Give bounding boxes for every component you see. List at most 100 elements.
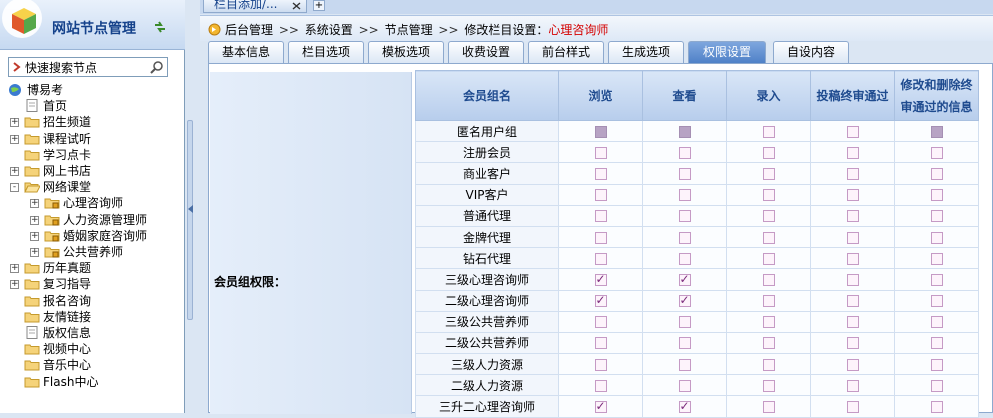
permission-checkbox[interactable]	[846, 189, 859, 202]
permission-checkbox[interactable]	[594, 379, 607, 392]
permission-checkbox[interactable]	[930, 231, 943, 244]
permission-checkbox[interactable]	[594, 167, 607, 180]
permission-checkbox	[594, 125, 607, 138]
expand-icon[interactable]: +	[10, 167, 19, 176]
tab-3[interactable]: 模板选项	[368, 41, 444, 63]
permission-checkbox[interactable]	[762, 379, 775, 392]
permission-checkbox[interactable]	[762, 273, 775, 286]
permission-checkbox[interactable]	[930, 401, 943, 414]
permission-checkbox[interactable]	[594, 210, 607, 223]
tab-4[interactable]: 收费设置	[448, 41, 524, 63]
permission-checkbox[interactable]	[762, 295, 775, 308]
permission-checkbox[interactable]	[678, 399, 691, 414]
column-header: 录入	[726, 70, 811, 121]
expand-icon[interactable]: +	[30, 248, 39, 257]
permission-checkbox[interactable]	[930, 273, 943, 286]
refresh-icon[interactable]	[153, 21, 167, 33]
permission-checkbox[interactable]	[930, 189, 943, 202]
permission-checkbox[interactable]	[678, 189, 691, 202]
permission-checkbox[interactable]	[678, 293, 691, 308]
permission-checkbox[interactable]	[678, 210, 691, 223]
permission-checkbox[interactable]	[846, 273, 859, 286]
tab-7[interactable]: 权限设置	[688, 41, 766, 63]
permission-checkbox[interactable]	[594, 272, 607, 286]
permission-checkbox[interactable]	[594, 189, 607, 202]
permission-checkbox[interactable]	[762, 316, 775, 329]
tab-8[interactable]: 自设内容	[773, 41, 849, 63]
permission-checkbox[interactable]	[678, 358, 691, 371]
permission-checkbox[interactable]	[930, 337, 943, 350]
permission-checkbox[interactable]	[594, 399, 607, 414]
permission-checkbox[interactable]	[594, 337, 607, 350]
breadcrumb-item[interactable]: 系统设置	[305, 23, 353, 37]
permission-checkbox[interactable]	[594, 146, 607, 159]
search-icon[interactable]	[150, 60, 164, 74]
breadcrumb-item[interactable]: 后台管理	[225, 23, 273, 37]
permission-checkbox[interactable]	[846, 295, 859, 308]
permission-checkbox[interactable]	[594, 252, 607, 265]
breadcrumb-item[interactable]: 节点管理	[385, 23, 433, 37]
permission-checkbox[interactable]	[678, 379, 691, 392]
collapse-left-icon[interactable]	[188, 205, 193, 213]
permission-checkbox[interactable]	[762, 146, 775, 159]
expand-icon[interactable]: +	[10, 264, 19, 274]
permission-checkbox[interactable]	[930, 167, 943, 180]
permission-checkbox[interactable]	[762, 125, 775, 138]
expand-icon[interactable]: +	[30, 215, 39, 225]
permission-checkbox[interactable]	[930, 295, 943, 308]
permission-checkbox[interactable]	[930, 210, 943, 223]
permission-checkbox[interactable]	[762, 252, 775, 265]
panel-splitter[interactable]	[187, 120, 193, 320]
expand-icon[interactable]: +	[10, 134, 19, 144]
collapse-icon[interactable]: -	[10, 183, 19, 193]
permission-checkbox[interactable]	[762, 401, 775, 414]
permission-checkbox[interactable]	[930, 252, 943, 265]
permission-checkbox[interactable]	[678, 231, 691, 244]
permission-checkbox[interactable]	[678, 167, 691, 180]
expand-icon[interactable]: +	[30, 199, 39, 209]
permission-checkbox[interactable]	[846, 210, 859, 223]
expand-icon[interactable]: +	[10, 280, 19, 290]
permission-checkbox[interactable]	[846, 379, 859, 392]
permission-checkbox[interactable]	[846, 167, 859, 180]
permission-checkbox[interactable]	[594, 358, 607, 371]
expand-icon[interactable]: +	[10, 118, 19, 128]
permission-checkbox[interactable]	[846, 401, 859, 414]
tab-6[interactable]: 生成选项	[608, 41, 684, 63]
permission-checkbox[interactable]	[678, 272, 691, 286]
permission-checkbox[interactable]	[594, 293, 607, 308]
search-input[interactable]	[25, 59, 149, 75]
close-icon[interactable]	[291, 1, 302, 11]
permission-checkbox[interactable]	[846, 146, 859, 159]
permission-checkbox[interactable]	[762, 189, 775, 202]
permission-checkbox[interactable]	[846, 231, 859, 244]
tab-5[interactable]: 前台样式	[528, 41, 604, 63]
permission-checkbox[interactable]	[846, 358, 859, 371]
permission-checkbox[interactable]	[678, 146, 691, 159]
permission-checkbox[interactable]	[930, 379, 943, 392]
permission-checkbox[interactable]	[678, 252, 691, 265]
permission-checkbox[interactable]	[762, 210, 775, 223]
permission-checkbox[interactable]	[762, 231, 775, 244]
permission-checkbox[interactable]	[930, 146, 943, 159]
tab-1[interactable]: 基本信息	[208, 41, 284, 63]
permission-checkbox[interactable]	[846, 125, 859, 138]
add-tab-button[interactable]: +	[313, 0, 325, 11]
permission-cell	[810, 225, 895, 249]
permission-cell	[558, 395, 643, 418]
permission-checkbox[interactable]	[678, 337, 691, 350]
permission-checkbox[interactable]	[678, 316, 691, 329]
permission-checkbox[interactable]	[846, 337, 859, 350]
permission-checkbox[interactable]	[846, 316, 859, 329]
expand-icon[interactable]: +	[30, 231, 39, 241]
tab-2[interactable]: 栏目选项	[288, 41, 364, 63]
arrow-circle-icon	[208, 23, 221, 36]
permission-checkbox[interactable]	[846, 252, 859, 265]
permission-checkbox[interactable]	[594, 231, 607, 244]
permission-checkbox[interactable]	[930, 316, 943, 329]
permission-checkbox[interactable]	[930, 358, 943, 371]
permission-checkbox[interactable]	[762, 167, 775, 180]
permission-checkbox[interactable]	[762, 337, 775, 350]
permission-checkbox[interactable]	[594, 316, 607, 329]
permission-checkbox[interactable]	[762, 358, 775, 371]
